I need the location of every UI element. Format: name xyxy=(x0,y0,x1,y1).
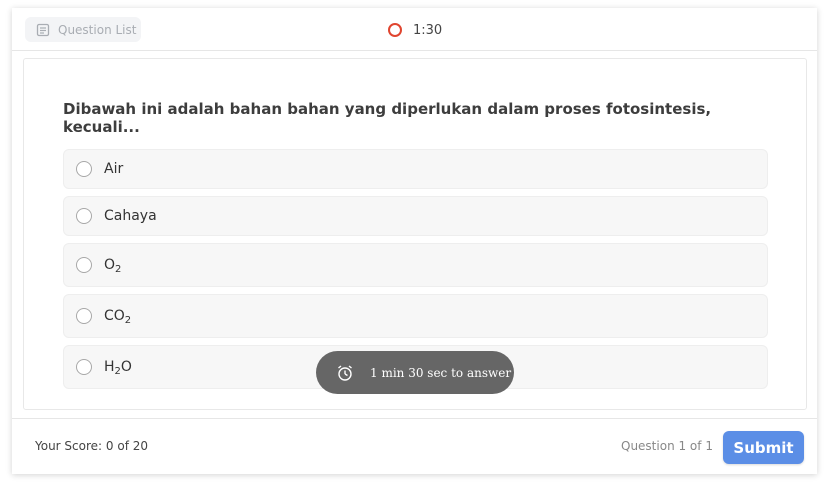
quiz-footer: Your Score: 0 of 20 Question 1 of 1 Subm… xyxy=(12,418,817,474)
subscript: 2 xyxy=(124,315,132,326)
answer-option[interactable]: CO2 xyxy=(63,294,768,338)
option-label: Air xyxy=(104,161,124,177)
timer-ring-icon xyxy=(388,23,402,37)
option-label: Cahaya xyxy=(104,208,157,224)
question-list-label: Question List xyxy=(58,22,137,37)
option-label: O2 xyxy=(104,257,122,275)
timer-value: 1:30 xyxy=(413,22,443,38)
question-list-button[interactable]: Question List xyxy=(25,17,141,42)
option-label: H2O xyxy=(104,359,132,377)
list-icon xyxy=(36,23,50,37)
radio-button[interactable] xyxy=(76,308,92,324)
time-toast: 1 min 30 sec to answer xyxy=(316,351,514,394)
quiz-card: Question List 1:30 Dibawah ini adalah ba… xyxy=(12,8,817,474)
score-text: Your Score: 0 of 20 xyxy=(35,439,148,453)
question-counter: Question 1 of 1 xyxy=(621,439,713,453)
submit-button[interactable]: Submit xyxy=(723,431,804,464)
option-label: CO2 xyxy=(104,308,132,326)
answer-option[interactable]: O2 xyxy=(63,243,768,287)
toast-text: 1 min 30 sec to answer xyxy=(370,365,512,380)
radio-button[interactable] xyxy=(76,161,92,177)
quiz-header: Question List 1:30 xyxy=(12,8,817,51)
subscript: 2 xyxy=(115,264,122,275)
radio-button[interactable] xyxy=(76,359,92,375)
answer-option[interactable]: Air xyxy=(63,149,768,189)
radio-button[interactable] xyxy=(76,257,92,273)
question-text: Dibawah ini adalah bahan bahan yang dipe… xyxy=(63,100,712,136)
alarm-clock-icon xyxy=(336,364,354,382)
countdown-timer: 1:30 xyxy=(388,20,442,40)
subscript: 2 xyxy=(114,366,121,377)
answer-option[interactable]: Cahaya xyxy=(63,196,768,236)
radio-button[interactable] xyxy=(76,208,92,224)
